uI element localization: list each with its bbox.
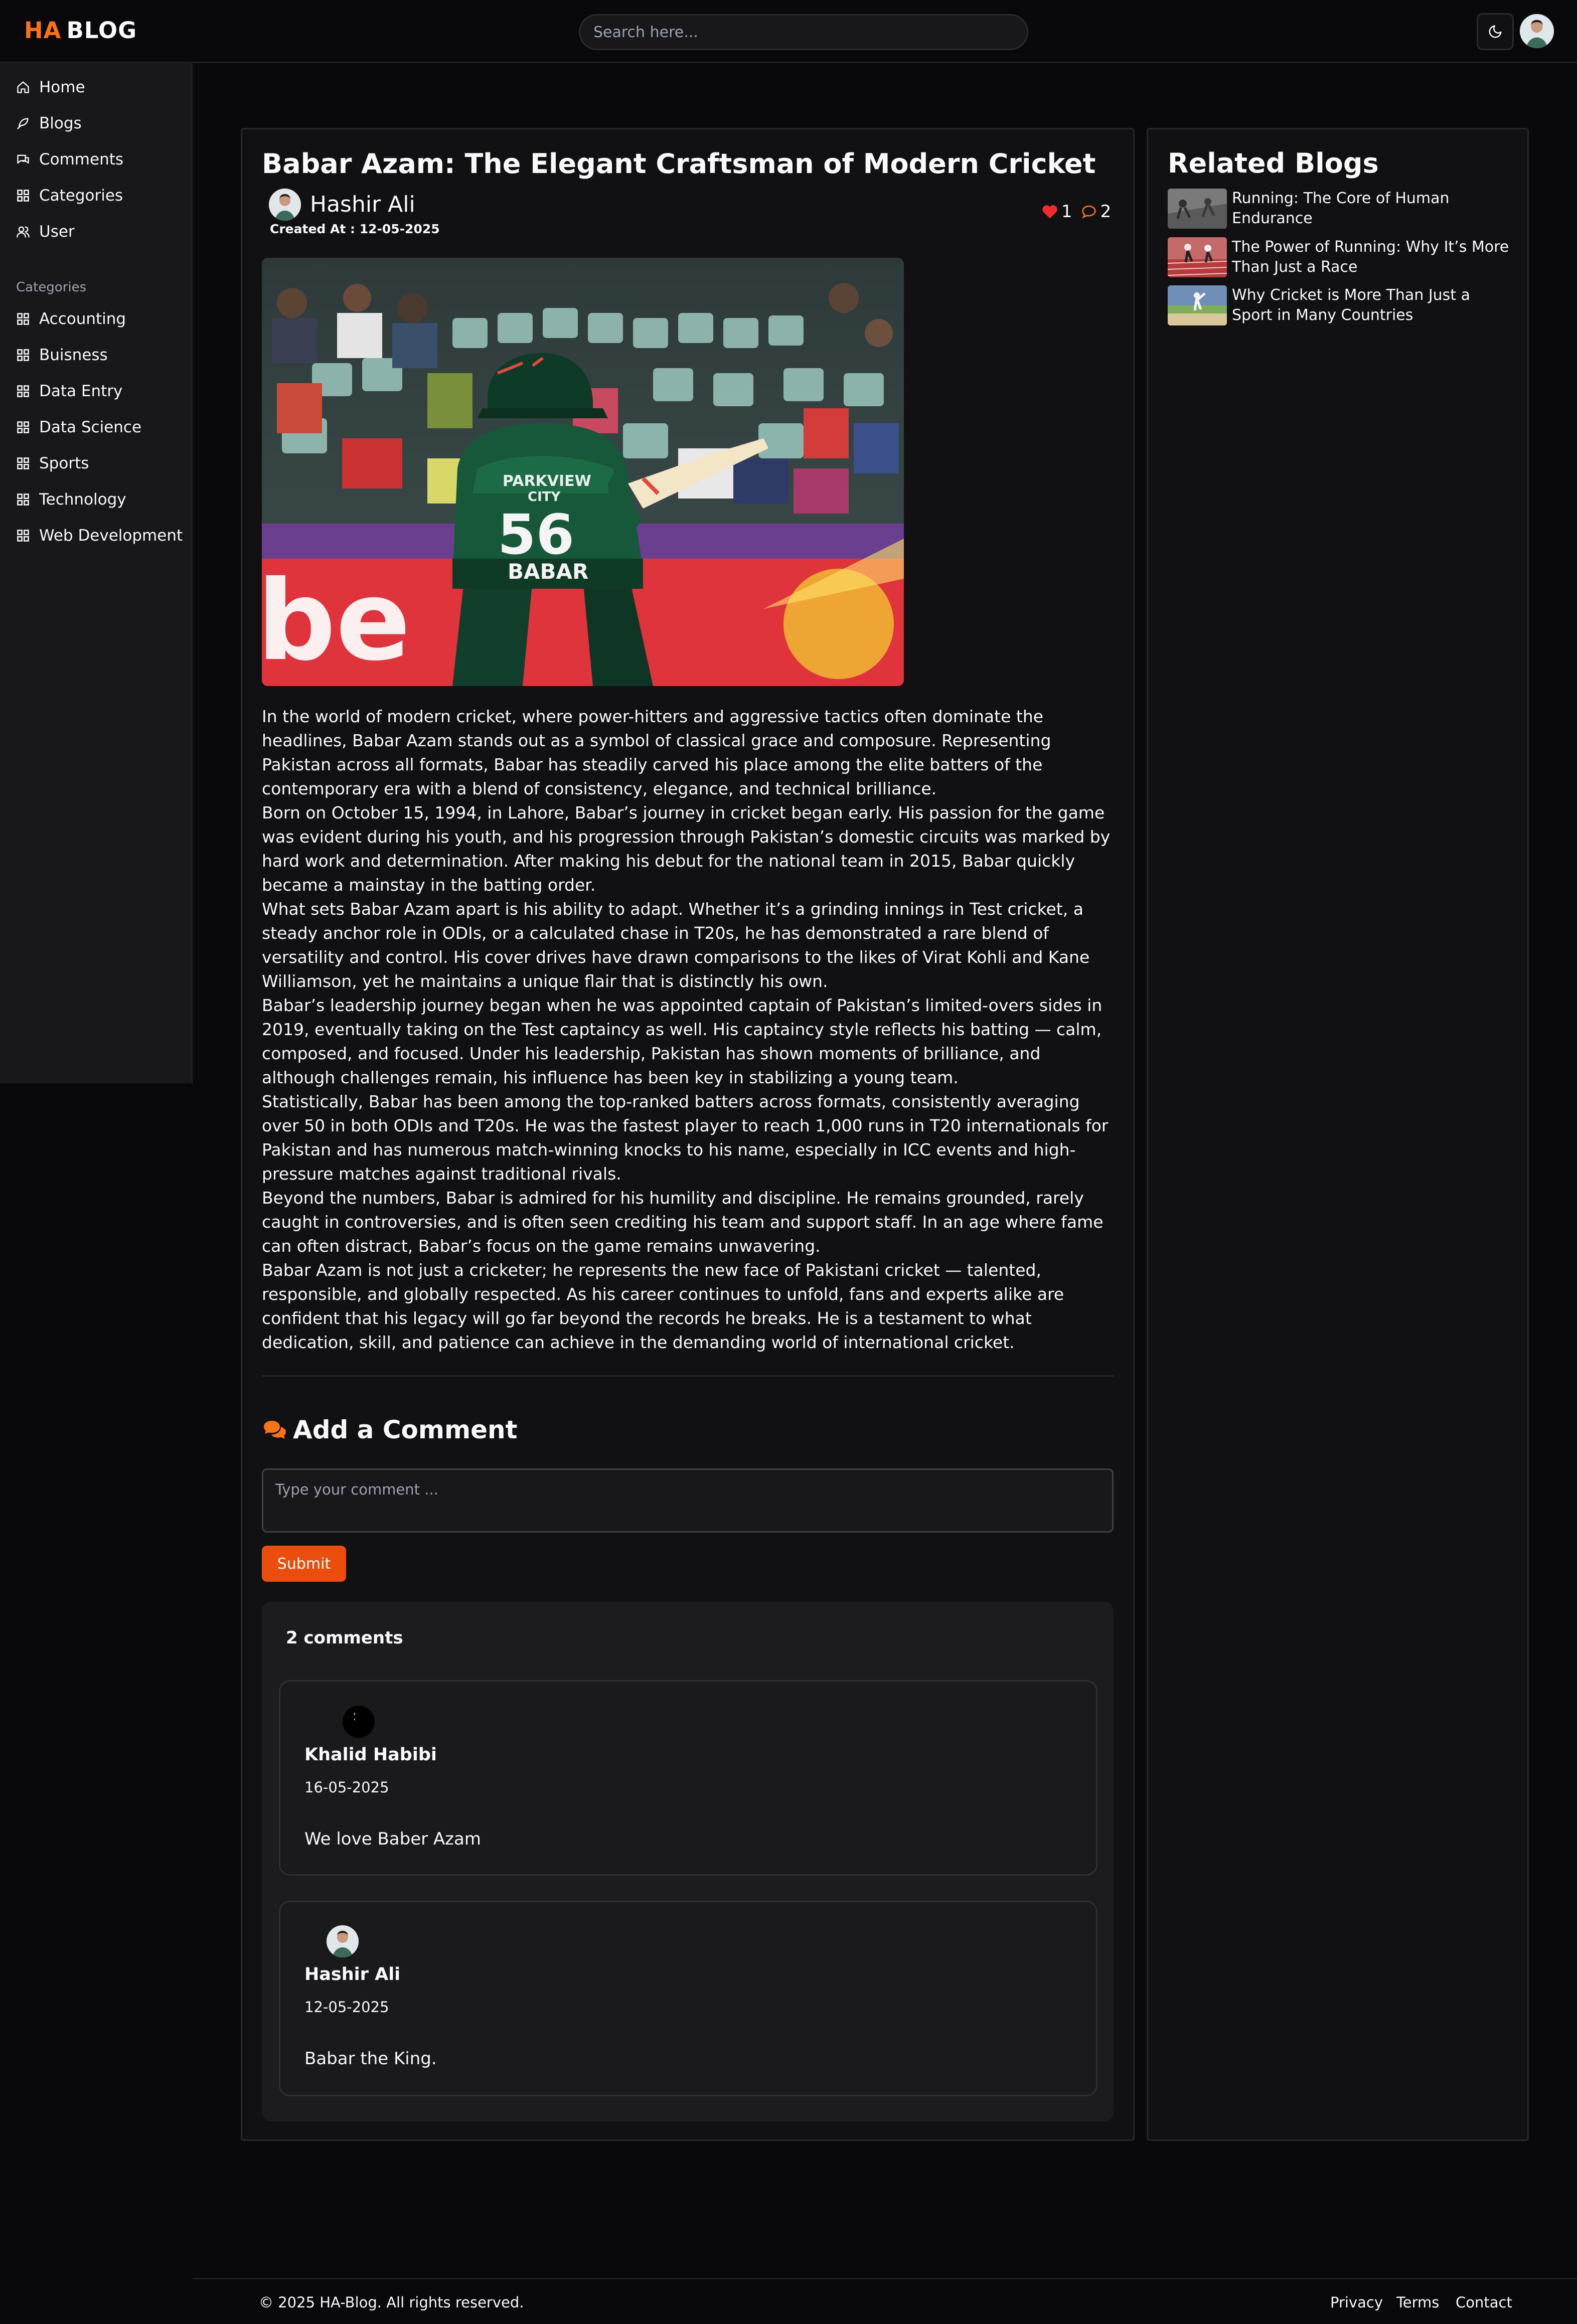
comments-count: 2 bbox=[1100, 202, 1112, 222]
jersey-text-1: PARKVIEW bbox=[503, 472, 591, 490]
comment-text: Babar the King. bbox=[304, 2049, 437, 2069]
jersey-name: BABAR bbox=[508, 559, 588, 584]
add-comment-label: Add a Comment bbox=[293, 1415, 518, 1444]
comment-icon[interactable] bbox=[1080, 204, 1097, 219]
related-blog-item[interactable]: The Power of Running: Why It’s More Than… bbox=[1168, 237, 1513, 277]
article-hero-image: be PARKVIEW CITY 56 BABAR bbox=[262, 258, 904, 686]
divider bbox=[262, 1375, 1114, 1377]
sidebar: Home Blogs Comments Categories User Cate… bbox=[0, 63, 193, 1083]
sidebar-item-label: Home bbox=[39, 78, 85, 96]
footer-copyright: © 2025 HA-Blog. All rights reserved. bbox=[259, 2294, 524, 2311]
related-blog-thumbnail bbox=[1168, 237, 1227, 277]
article-paragraph: What sets Babar Azam apart is his abilit… bbox=[262, 899, 1090, 991]
comments-icon bbox=[17, 154, 29, 164]
author-name[interactable]: Hashir Ali bbox=[310, 192, 415, 217]
author-avatar[interactable] bbox=[269, 189, 301, 221]
commenter-avatar[interactable] bbox=[343, 1706, 375, 1738]
sidebar-item-label: Comments bbox=[39, 150, 124, 169]
category-label: Data Science bbox=[39, 418, 142, 436]
feather-icon bbox=[17, 118, 29, 129]
category-label: Web Development bbox=[39, 527, 183, 545]
category-data-science[interactable]: Data Science bbox=[16, 418, 141, 436]
grid-icon bbox=[17, 313, 29, 325]
category-label: Technology bbox=[39, 490, 126, 509]
heart-icon[interactable] bbox=[1041, 204, 1058, 219]
sidebar-item-comments[interactable]: Comments bbox=[16, 150, 123, 169]
related-blog-title: Running: The Core of Human Endurance bbox=[1232, 190, 1450, 227]
comment-textarea[interactable] bbox=[262, 1468, 1114, 1533]
commenter-avatar[interactable] bbox=[327, 1925, 359, 1957]
related-blog-thumbnail bbox=[1168, 285, 1227, 325]
jersey-number: 56 bbox=[498, 503, 574, 567]
sidebar-item-label: Categories bbox=[39, 187, 123, 205]
moon-icon bbox=[1489, 25, 1502, 38]
category-label: Sports bbox=[39, 454, 89, 472]
search-input[interactable] bbox=[579, 14, 1028, 50]
submit-comment-button[interactable]: Submit bbox=[262, 1546, 346, 1582]
category-technology[interactable]: Technology bbox=[16, 490, 126, 509]
sidebar-item-blogs[interactable]: Blogs bbox=[16, 114, 82, 132]
category-data-entry[interactable]: Data Entry bbox=[16, 382, 122, 400]
category-label: Data Entry bbox=[39, 382, 123, 400]
footer-link-terms[interactable]: Terms bbox=[1396, 2294, 1439, 2311]
grid-icon bbox=[17, 421, 29, 433]
related-blog-title: The Power of Running: Why It’s More Than… bbox=[1232, 238, 1509, 276]
commenter-name: Khalid Habibi bbox=[304, 1745, 437, 1765]
article-paragraph: Beyond the numbers, Babar is admired for… bbox=[262, 1188, 1103, 1256]
grid-icon bbox=[17, 457, 29, 469]
footer-link-contact[interactable]: Contact bbox=[1456, 2294, 1512, 2311]
sidebar-item-user[interactable]: User bbox=[16, 223, 75, 241]
sidebar-item-home[interactable]: Home bbox=[16, 78, 85, 96]
comment-card: Hashir Ali 12-05-2025 Babar the King. bbox=[279, 1901, 1097, 2096]
grid-icon bbox=[17, 385, 29, 397]
category-label: Accounting bbox=[39, 310, 126, 328]
created-date: Created At : 12-05-2025 bbox=[270, 222, 440, 236]
category-web-development[interactable]: Web Development bbox=[16, 527, 183, 545]
sidebar-item-label: User bbox=[39, 223, 75, 241]
svg-text:be: be bbox=[262, 557, 411, 685]
category-buisness[interactable]: Buisness bbox=[16, 346, 108, 364]
comment-date: 16-05-2025 bbox=[304, 1779, 389, 1796]
comment-date: 12-05-2025 bbox=[304, 1999, 389, 2016]
related-blogs-panel bbox=[1147, 128, 1529, 2141]
comment-card: Khalid Habibi 16-05-2025 We love Baber A… bbox=[279, 1680, 1097, 1876]
categories-heading: Categories bbox=[16, 280, 87, 295]
commenter-name: Hashir Ali bbox=[304, 1964, 401, 1984]
grid-icon bbox=[17, 530, 29, 542]
post-stats: 1 2 bbox=[1041, 202, 1111, 222]
article-paragraph: In the world of modern cricket, where po… bbox=[262, 707, 1051, 798]
home-icon bbox=[17, 81, 29, 93]
article-paragraph: Statistically, Babar has been among the … bbox=[262, 1092, 1109, 1184]
article-paragraph: Babar Azam is not just a cricketer; he r… bbox=[262, 1260, 1064, 1352]
logo-prefix: HA bbox=[24, 17, 62, 44]
site-logo[interactable]: HA BLOG bbox=[24, 17, 137, 44]
sidebar-item-label: Blogs bbox=[39, 114, 82, 132]
category-label: Buisness bbox=[39, 346, 108, 364]
likes-count: 1 bbox=[1061, 202, 1072, 222]
add-comment-heading: Add a Comment bbox=[262, 1415, 518, 1444]
footer-link-privacy[interactable]: Privacy bbox=[1330, 2294, 1383, 2311]
category-accounting[interactable]: Accounting bbox=[16, 310, 126, 328]
comments-icon bbox=[264, 1421, 286, 1439]
grid-icon bbox=[17, 190, 29, 202]
theme-toggle-button[interactable] bbox=[1477, 13, 1514, 50]
sidebar-item-categories[interactable]: Categories bbox=[16, 187, 123, 205]
comments-count-label: 2 comments bbox=[286, 1628, 403, 1648]
users-icon bbox=[17, 226, 30, 238]
related-blog-thumbnail bbox=[1168, 189, 1227, 229]
category-sports[interactable]: Sports bbox=[16, 454, 89, 472]
related-blog-item[interactable]: Running: The Core of Human Endurance bbox=[1168, 189, 1513, 229]
article-paragraph: Born on October 15, 1994, in Lahore, Bab… bbox=[262, 803, 1111, 895]
logo-name: BLOG bbox=[66, 17, 137, 44]
related-blogs-title: Related Blogs bbox=[1168, 147, 1379, 179]
grid-icon bbox=[17, 493, 29, 506]
article-body: In the world of modern cricket, where po… bbox=[262, 705, 1117, 1355]
comment-text: We love Baber Azam bbox=[304, 1829, 481, 1849]
article-paragraph: Babar’s leadership journey began when he… bbox=[262, 995, 1102, 1087]
related-blog-title: Why Cricket is More Than Just a Sport in… bbox=[1232, 286, 1470, 324]
article-title: Babar Azam: The Elegant Craftsman of Mod… bbox=[262, 148, 1096, 180]
user-avatar[interactable] bbox=[1520, 14, 1554, 48]
grid-icon bbox=[17, 349, 29, 361]
related-blog-item[interactable]: Why Cricket is More Than Just a Sport in… bbox=[1168, 285, 1513, 325]
